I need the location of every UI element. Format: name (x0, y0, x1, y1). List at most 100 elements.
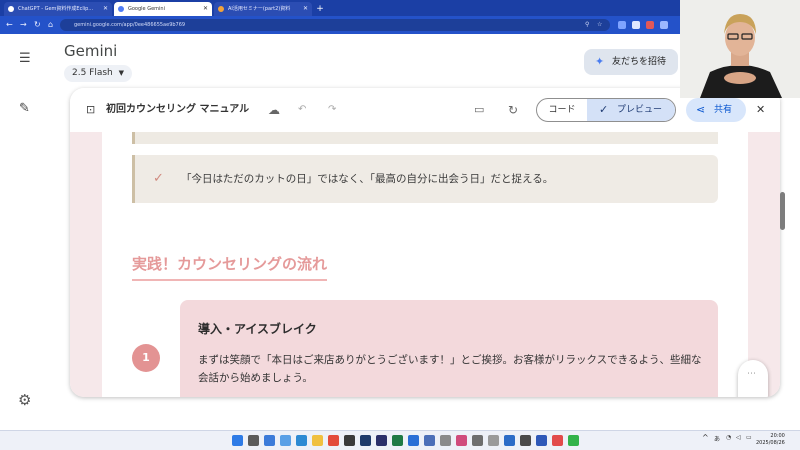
back-icon[interactable]: ← (6, 16, 13, 34)
section-heading: 実践！カウンセリングの流れ (132, 253, 328, 281)
console-icon[interactable]: ▭ (474, 88, 484, 132)
app-icon[interactable] (552, 435, 563, 446)
app-icon[interactable] (344, 435, 355, 446)
document-page: ✓ 「今日はただのカットの日」ではなく、「最高の自分に出会う日」だと捉える。 実… (102, 132, 748, 397)
chrome-icon[interactable] (328, 435, 339, 446)
app-icon[interactable] (488, 435, 499, 446)
extension-icon[interactable] (660, 21, 668, 29)
chevron-down-icon: ▼ (118, 69, 125, 77)
tab-chatgpt[interactable]: ChatGPT - Gem資料作成Eclip... ✕ (4, 2, 112, 16)
search-icon[interactable] (248, 435, 259, 446)
menu-icon[interactable]: ☰ (19, 51, 31, 66)
address-text: gemini.google.com/app/0ee486655ae9b769 (74, 22, 186, 28)
redo-icon[interactable]: ↷ (328, 88, 336, 132)
file-explorer-icon[interactable] (312, 435, 323, 446)
preview-tab[interactable]: ✓ プレビュー (587, 99, 675, 121)
search-icon[interactable]: ⚲ (585, 19, 589, 31)
slides-icon (218, 6, 224, 12)
app-icon[interactable] (456, 435, 467, 446)
share-icon: ⋖ (696, 103, 706, 116)
document-title: 初回カウンセリング マニュアル (106, 104, 250, 115)
app-icon[interactable] (536, 435, 547, 446)
tab-label: Google Gemini (128, 6, 165, 12)
gemini-icon (118, 6, 124, 12)
invite-label: 友だちを招待 (612, 57, 667, 67)
ime-icon[interactable]: あ (714, 434, 720, 443)
new-tab-button[interactable]: + (314, 2, 326, 16)
photoshop-icon[interactable] (360, 435, 371, 446)
settings-icon[interactable]: ⚙ (18, 391, 31, 409)
app-icon[interactable] (424, 435, 435, 446)
document-preview: ✓ 「今日はただのカットの日」ではなく、「最高の自分に出会う日」だと捉える。 実… (70, 132, 780, 397)
extension-icon[interactable] (618, 21, 626, 29)
code-tab[interactable]: コード (537, 99, 587, 121)
step-body: まずは笑顔で「本日はご来店ありがとうございます！」とご挨拶。お客様がリラックスで… (198, 354, 702, 384)
premiere-icon[interactable] (376, 435, 387, 446)
model-label: 2.5 Flash (72, 68, 113, 78)
app-icon[interactable] (504, 435, 515, 446)
step-card: 導入・アイスブレイク まずは笑顔で「本日はご来店ありがとうございます！」とご挨拶… (180, 300, 718, 397)
canvas-toolbar: ⊡ 初回カウンセリング マニュアル ☁ ↶ ↷ ▭ ↻ コード ✓ プレビュー … (70, 88, 780, 132)
grid-dots-icon[interactable]: ⋯ (747, 369, 756, 379)
edge-icon[interactable] (296, 435, 307, 446)
word-icon[interactable] (408, 435, 419, 446)
forward-icon[interactable]: → (20, 16, 27, 34)
tab-seminar[interactable]: AI活用セミナー(part2)資料 ✕ (214, 2, 312, 16)
extension-icon[interactable] (646, 21, 654, 29)
cloud-save-icon[interactable]: ☁ (268, 88, 280, 132)
app-icon[interactable] (440, 435, 451, 446)
battery-icon[interactable]: ▭ (746, 434, 752, 441)
scrollbar[interactable] (780, 192, 785, 230)
reload-icon[interactable]: ↻ (34, 16, 41, 34)
clock[interactable]: 20:00 2025/08/26 (756, 433, 785, 447)
app-title: Gemini (64, 42, 118, 60)
taskview-icon[interactable] (264, 435, 275, 446)
wifi-icon[interactable]: ◔ (726, 434, 731, 441)
chatgpt-icon (8, 6, 14, 12)
sparkle-icon: ✦ (595, 55, 605, 68)
share-label: 共有 (714, 105, 733, 115)
tab-label: AI活用セミナー(part2)資料 (228, 6, 291, 12)
check-icon: ✓ (599, 103, 609, 116)
os-taskbar: ^ あ ◔ ◁ ▭ 20:00 2025/08/26 (0, 430, 800, 450)
line-icon[interactable] (568, 435, 579, 446)
home-icon[interactable]: ⌂ (48, 16, 53, 34)
excel-icon[interactable] (392, 435, 403, 446)
floating-toolbar: ⋯ ✧ (738, 360, 768, 397)
bookmark-star-icon[interactable]: ☆ (597, 19, 602, 31)
new-chat-icon[interactable]: ✎ (19, 101, 30, 116)
step-number-badge: 1 (132, 344, 160, 372)
canvas-panel: ⊡ 初回カウンセリング マニュアル ☁ ↶ ↷ ▭ ↻ コード ✓ プレビュー … (70, 88, 780, 397)
presenter-image (680, 0, 800, 98)
share-button[interactable]: ⋖ 共有 (686, 98, 746, 122)
callout-text: 「今日はただのカットの日」ではなく、「最高の自分に出会う日」だと捉える。 (181, 173, 554, 185)
extension-icon[interactable] (632, 21, 640, 29)
model-selector[interactable]: 2.5 Flash ▼ (64, 65, 133, 82)
close-tab-icon[interactable]: ✕ (203, 2, 208, 16)
undo-icon[interactable]: ↶ (298, 88, 306, 132)
refresh-icon[interactable]: ↻ (508, 88, 518, 132)
document-icon: ⊡ (86, 103, 96, 116)
close-tab-icon[interactable]: ✕ (103, 2, 108, 16)
app-icon[interactable] (472, 435, 483, 446)
preview-label: プレビュー (617, 105, 663, 115)
tab-label: ChatGPT - Gem資料作成Eclip... (18, 6, 94, 12)
side-rail (0, 34, 52, 430)
view-toggle: コード ✓ プレビュー (536, 98, 676, 122)
callout-box (132, 132, 718, 144)
webcam-overlay (680, 0, 800, 98)
tab-gemini[interactable]: Google Gemini ✕ (114, 2, 212, 16)
check-icon: ✓ (153, 171, 164, 186)
clock-date: 2025/08/26 (756, 440, 785, 446)
volume-icon[interactable]: ◁ (736, 434, 741, 441)
chevron-up-icon[interactable]: ^ (702, 433, 709, 442)
address-bar[interactable]: gemini.google.com/app/0ee486655ae9b769 ⚲… (60, 19, 610, 31)
app-icon[interactable] (520, 435, 531, 446)
callout-box: ✓ 「今日はただのカットの日」ではなく、「最高の自分に出会う日」だと捉える。 (132, 155, 718, 203)
invite-friends-button[interactable]: ✦ 友だちを招待 (584, 49, 678, 75)
widgets-icon[interactable] (280, 435, 291, 446)
clock-time: 20:00 (770, 433, 785, 439)
start-icon[interactable] (232, 435, 243, 446)
step-title: 導入・アイスブレイク (198, 322, 317, 336)
close-tab-icon[interactable]: ✕ (303, 2, 308, 16)
